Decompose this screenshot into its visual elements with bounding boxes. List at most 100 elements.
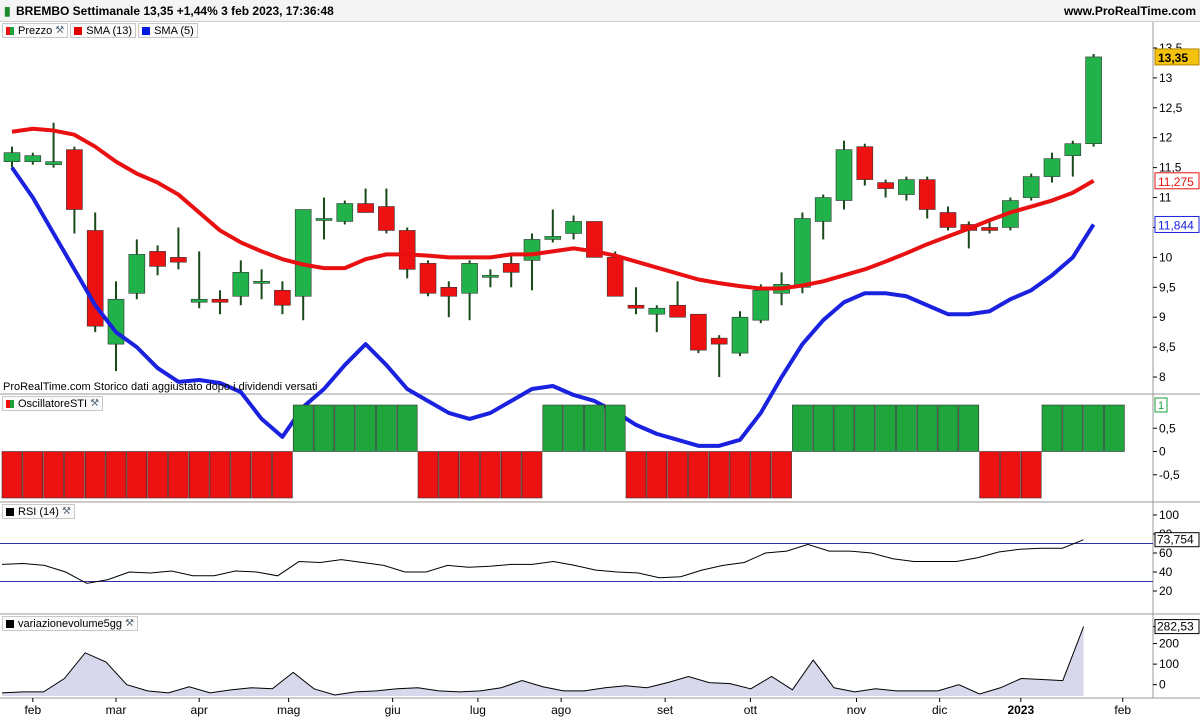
sti-bar: [1083, 404, 1104, 452]
vol-tick-label: 200: [1159, 637, 1179, 651]
price-swatch-icon: [6, 26, 14, 35]
panel-frames: [0, 22, 1200, 699]
x-axis: feb mar apr mag giu lug ago set ott nov dic 2023 feb: [24, 698, 1131, 717]
rsi-tick-label: 60: [1159, 546, 1173, 560]
rsi-tick-label: 40: [1159, 565, 1173, 579]
data-note: ProRealTime.com Storico dati aggiustato …: [3, 381, 318, 393]
legend-price[interactable]: Prezzo ⚒: [2, 23, 69, 38]
rsi-panel: [0, 539, 1153, 584]
wrench-icon[interactable]: ⚒: [55, 25, 64, 36]
vol-swatch-icon: [6, 619, 14, 628]
candle: [378, 206, 395, 231]
x-tick-label: ago: [551, 703, 571, 717]
candle: [128, 254, 146, 294]
sti-bar: [708, 451, 730, 499]
sti-bar: [1104, 404, 1125, 452]
sti-bar: [147, 451, 168, 499]
x-tick-label: set: [657, 703, 674, 717]
sti-last: 1: [1158, 400, 1164, 412]
candle: [939, 212, 957, 228]
sti-bar: [188, 451, 210, 499]
candle: [898, 179, 915, 195]
sti-bar: [771, 451, 792, 499]
site-link[interactable]: www.ProRealTime.com: [1064, 4, 1196, 18]
sti-legend: OscillatoreSTI ⚒: [2, 396, 104, 411]
price-legend: Prezzo ⚒ SMA (13) SMA (5): [2, 23, 198, 38]
candle: [669, 304, 686, 318]
sti-bar: [22, 451, 44, 499]
candle: [856, 146, 874, 180]
sti-bar: [792, 404, 813, 452]
legend-sma5[interactable]: SMA (5): [138, 23, 198, 38]
x-tick-label: dic: [932, 703, 947, 717]
x-tick-label: mar: [106, 703, 127, 717]
chart-area: 13,51312,51211,51110,5109,598,5813,3511,…: [0, 22, 1200, 717]
sti-bar: [646, 451, 668, 499]
sti-bar: [833, 404, 855, 452]
rsi-last: 73,754: [1157, 533, 1194, 547]
legend-vol[interactable]: variazionevolume5gg ⚒: [2, 616, 138, 631]
sti-swatch-icon: [6, 399, 14, 408]
vol-line: [1, 626, 1085, 696]
x-tick-label: nov: [847, 703, 866, 717]
rsi-line: [1, 539, 1084, 584]
sti-bar: [168, 451, 189, 499]
sti-bar: [43, 451, 64, 499]
sti-bar: [750, 451, 772, 499]
wrench-icon[interactable]: ⚒: [90, 398, 99, 409]
candle: [66, 149, 83, 210]
candle: [731, 316, 749, 354]
vol-area: [2, 626, 1084, 696]
legend-sti[interactable]: OscillatoreSTI ⚒: [2, 396, 104, 411]
sti-panel: [1, 404, 1125, 499]
sti-bar: [812, 404, 834, 452]
sti-bar: [500, 451, 522, 499]
sma13-swatch-icon: [74, 26, 83, 35]
candle: [274, 289, 291, 306]
price-tick-label: 9: [1159, 310, 1166, 324]
candle: [3, 152, 21, 162]
x-tick-label: 2023: [1007, 703, 1034, 717]
vol-last: 282,53: [1157, 620, 1194, 634]
sti-bar: [480, 451, 501, 499]
sti-bar: [563, 404, 584, 452]
legend-price-label: Prezzo: [18, 24, 53, 37]
candle: [710, 337, 728, 345]
candle: [690, 313, 707, 351]
legend-rsi[interactable]: RSI (14) ⚒: [2, 504, 75, 519]
candle: [253, 281, 270, 284]
price-tick-label: 12: [1159, 131, 1173, 145]
price-tick-label: 8: [1159, 370, 1166, 384]
sti-bar: [1, 451, 23, 499]
wrench-icon[interactable]: ⚒: [125, 618, 134, 629]
candle: [357, 203, 374, 213]
candle: [211, 298, 229, 303]
sti-bar: [1041, 404, 1063, 452]
rsi-tick-label: 100: [1159, 508, 1179, 522]
title-bar: ▮ BREMBO Settimanale 13,35 +1,44% 3 feb …: [0, 0, 1200, 22]
candle: [918, 179, 936, 210]
sti-bar: [84, 451, 106, 499]
sti-bar: [64, 451, 85, 499]
wrench-icon[interactable]: ⚒: [62, 506, 71, 517]
candle: [877, 182, 894, 189]
candle: [606, 257, 624, 297]
volume-panel: [1, 626, 1085, 696]
legend-sma13[interactable]: SMA (13): [70, 23, 137, 38]
sti-bar: [625, 451, 647, 499]
sti-bar: [417, 451, 439, 499]
vol-legend: variazionevolume5gg ⚒: [2, 616, 138, 631]
sti-bar: [313, 404, 335, 452]
sti-bar: [438, 451, 460, 499]
x-tick-label: feb: [24, 703, 41, 717]
sti-bar: [334, 404, 356, 452]
candle: [170, 257, 187, 263]
legend-sma13-label: SMA (13): [86, 24, 133, 37]
sma5-swatch-icon: [142, 26, 151, 35]
x-tick-label: ott: [744, 703, 758, 717]
sti-bar: [209, 451, 231, 499]
rsi-tick-label: 20: [1159, 584, 1173, 598]
sti-bar: [896, 404, 917, 452]
sti-bar: [355, 404, 376, 452]
candle: [835, 149, 853, 201]
